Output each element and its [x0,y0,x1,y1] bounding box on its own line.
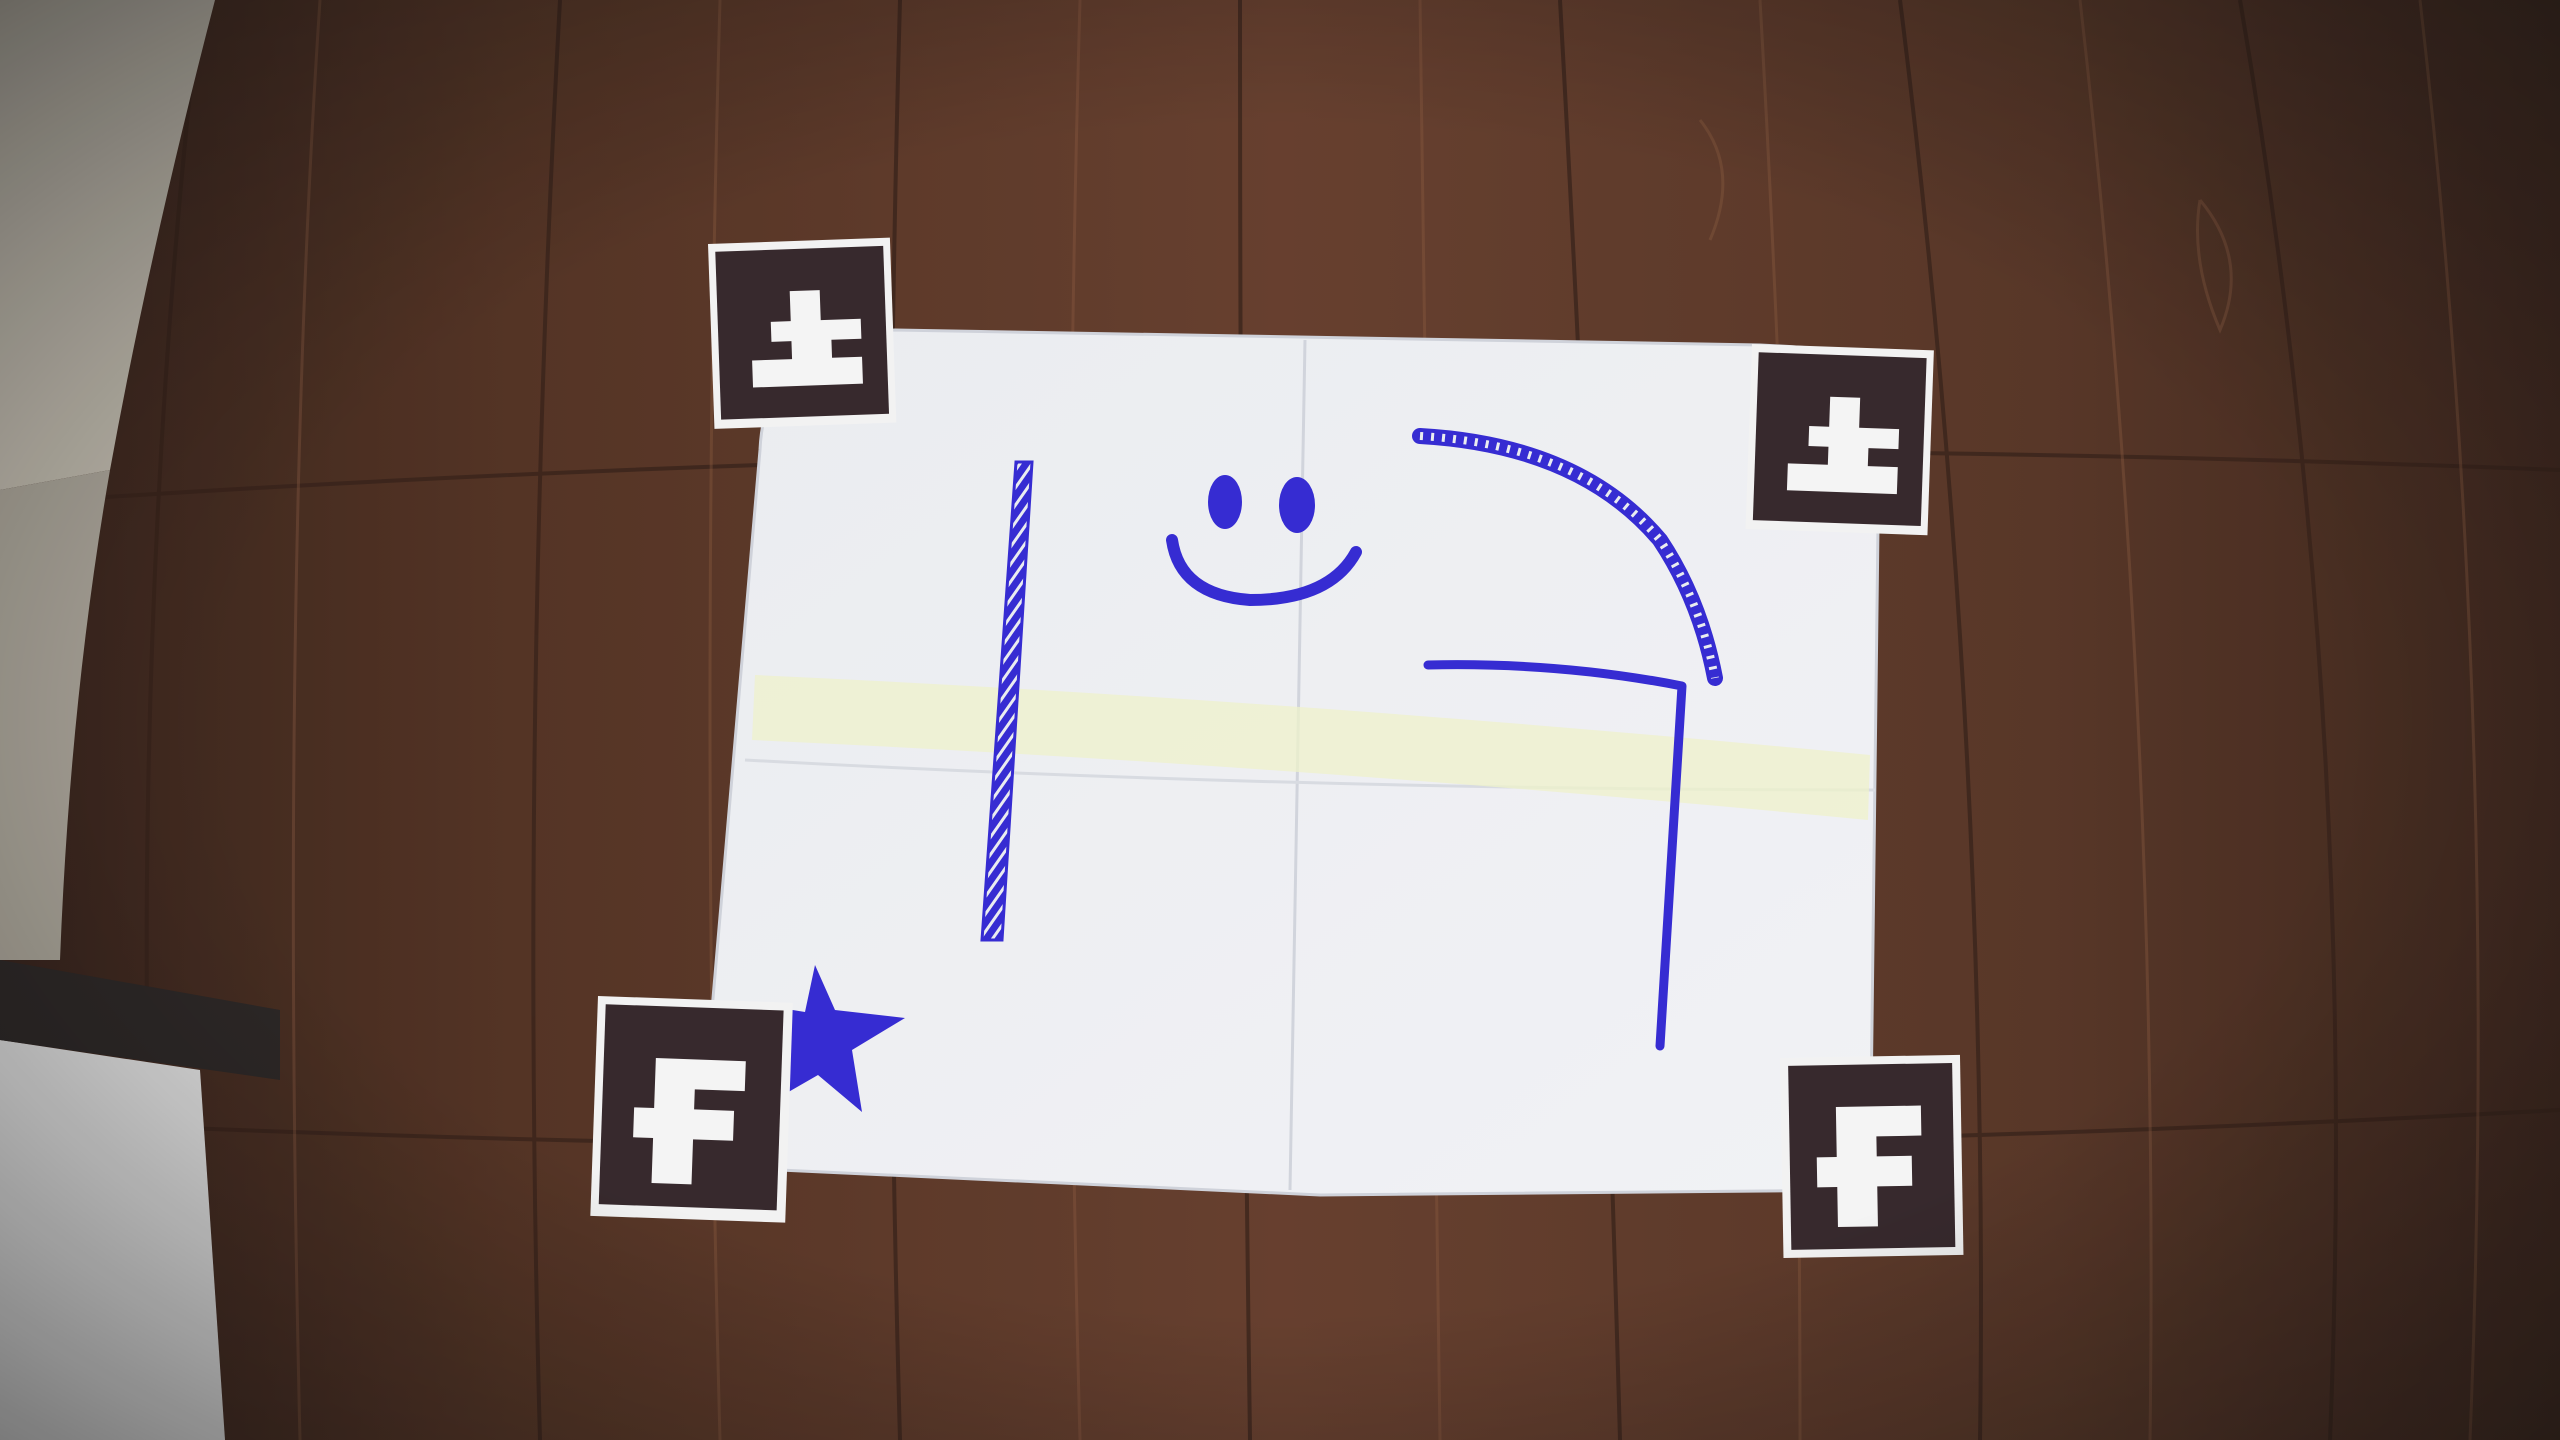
haze [0,0,2560,1440]
photo-scene [0,0,2560,1440]
